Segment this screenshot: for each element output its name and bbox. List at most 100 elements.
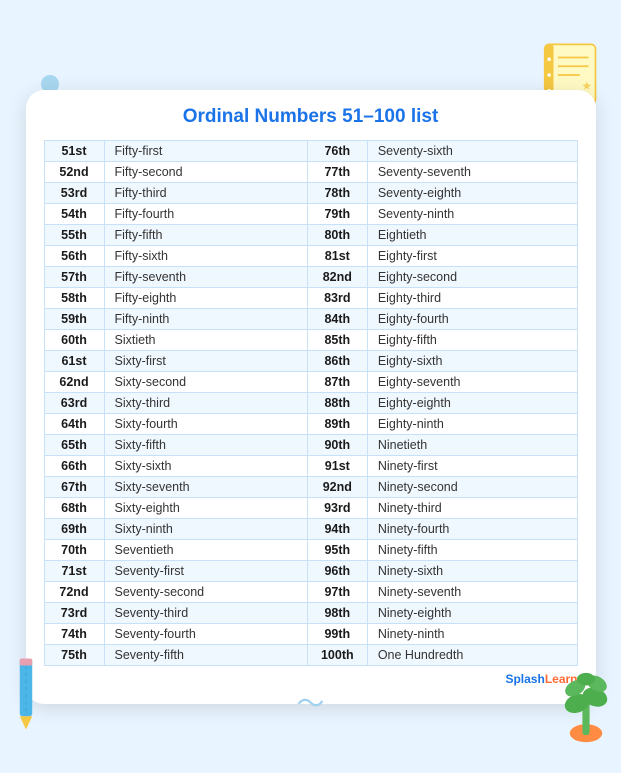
table-cell-20-2: 96th bbox=[307, 560, 367, 581]
table-cell-23-0: 74th bbox=[44, 623, 104, 644]
table-cell-15-1: Sixty-sixth bbox=[104, 455, 307, 476]
table-cell-20-3: Ninety-sixth bbox=[367, 560, 577, 581]
table-cell-2-1: Fifty-third bbox=[104, 182, 307, 203]
table-row: 51stFifty-first76thSeventy-sixth bbox=[44, 140, 577, 161]
table-cell-14-2: 90th bbox=[307, 434, 367, 455]
table-cell-9-2: 85th bbox=[307, 329, 367, 350]
table-cell-11-1: Sixty-second bbox=[104, 371, 307, 392]
table-cell-19-0: 70th bbox=[44, 539, 104, 560]
table-cell-1-2: 77th bbox=[307, 161, 367, 182]
table-cell-0-0: 51st bbox=[44, 140, 104, 161]
main-card: Ordinal Numbers 51–100 list 51stFifty-fi… bbox=[26, 90, 596, 704]
table-cell-12-2: 88th bbox=[307, 392, 367, 413]
table-cell-6-1: Fifty-seventh bbox=[104, 266, 307, 287]
logo-splash: Splash bbox=[505, 672, 544, 686]
table-cell-21-2: 97th bbox=[307, 581, 367, 602]
table-cell-24-1: Seventy-fifth bbox=[104, 644, 307, 665]
table-cell-11-3: Eighty-seventh bbox=[367, 371, 577, 392]
table-cell-23-1: Seventy-fourth bbox=[104, 623, 307, 644]
table-cell-5-2: 81st bbox=[307, 245, 367, 266]
table-row: 54thFifty-fourth79thSeventy-ninth bbox=[44, 203, 577, 224]
table-cell-19-1: Seventieth bbox=[104, 539, 307, 560]
deco-plant-icon bbox=[556, 654, 616, 744]
table-cell-3-0: 54th bbox=[44, 203, 104, 224]
table-cell-0-2: 76th bbox=[307, 140, 367, 161]
table-cell-16-0: 67th bbox=[44, 476, 104, 497]
table-row: 57thFifty-seventh82ndEighty-second bbox=[44, 266, 577, 287]
table-cell-21-3: Ninety-seventh bbox=[367, 581, 577, 602]
table-row: 75thSeventy-fifth100thOne Hundredth bbox=[44, 644, 577, 665]
table-cell-17-2: 93rd bbox=[307, 497, 367, 518]
table-cell-21-1: Seventy-second bbox=[104, 581, 307, 602]
table-row: 74thSeventy-fourth99thNinety-ninth bbox=[44, 623, 577, 644]
deco-squiggle: 〜 bbox=[296, 682, 324, 722]
table-cell-4-1: Fifty-fifth bbox=[104, 224, 307, 245]
table-cell-9-3: Eighty-fifth bbox=[367, 329, 577, 350]
table-cell-24-3: One Hundredth bbox=[367, 644, 577, 665]
table-row: 72ndSeventy-second97thNinety-seventh bbox=[44, 581, 577, 602]
table-cell-7-2: 83rd bbox=[307, 287, 367, 308]
table-cell-15-2: 91st bbox=[307, 455, 367, 476]
table-row: 56thFifty-sixth81stEighty-first bbox=[44, 245, 577, 266]
table-cell-20-0: 71st bbox=[44, 560, 104, 581]
table-row: 68thSixty-eighth93rdNinety-third bbox=[44, 497, 577, 518]
table-row: 53rdFifty-third78thSeventy-eighth bbox=[44, 182, 577, 203]
table-cell-9-1: Sixtieth bbox=[104, 329, 307, 350]
table-cell-6-0: 57th bbox=[44, 266, 104, 287]
table-cell-8-2: 84th bbox=[307, 308, 367, 329]
table-cell-15-3: Ninety-first bbox=[367, 455, 577, 476]
table-cell-16-3: Ninety-second bbox=[367, 476, 577, 497]
page-title: Ordinal Numbers 51–100 list bbox=[44, 106, 578, 128]
table-cell-4-2: 80th bbox=[307, 224, 367, 245]
table-cell-13-0: 64th bbox=[44, 413, 104, 434]
table-cell-0-3: Seventy-sixth bbox=[367, 140, 577, 161]
table-cell-1-3: Seventy-seventh bbox=[367, 161, 577, 182]
table-cell-3-1: Fifty-fourth bbox=[104, 203, 307, 224]
table-row: 55thFifty-fifth80thEightieth bbox=[44, 224, 577, 245]
table-cell-22-0: 73rd bbox=[44, 602, 104, 623]
table-cell-21-0: 72nd bbox=[44, 581, 104, 602]
table-cell-12-3: Eighty-eighth bbox=[367, 392, 577, 413]
table-cell-7-3: Eighty-third bbox=[367, 287, 577, 308]
table-row: 62ndSixty-second87thEighty-seventh bbox=[44, 371, 577, 392]
table-cell-24-0: 75th bbox=[44, 644, 104, 665]
table-cell-24-2: 100th bbox=[307, 644, 367, 665]
table-row: 67thSixty-seventh92ndNinety-second bbox=[44, 476, 577, 497]
table-cell-23-3: Ninety-ninth bbox=[367, 623, 577, 644]
table-cell-16-2: 92nd bbox=[307, 476, 367, 497]
table-cell-23-2: 99th bbox=[307, 623, 367, 644]
table-cell-13-1: Sixty-fourth bbox=[104, 413, 307, 434]
table-cell-17-1: Sixty-eighth bbox=[104, 497, 307, 518]
table-cell-9-0: 60th bbox=[44, 329, 104, 350]
table-cell-13-2: 89th bbox=[307, 413, 367, 434]
table-cell-4-0: 55th bbox=[44, 224, 104, 245]
table-cell-18-1: Sixty-ninth bbox=[104, 518, 307, 539]
table-cell-7-0: 58th bbox=[44, 287, 104, 308]
table-row: 64thSixty-fourth89thEighty-ninth bbox=[44, 413, 577, 434]
table-row: 71stSeventy-first96thNinety-sixth bbox=[44, 560, 577, 581]
table-row: 61stSixty-first86thEighty-sixth bbox=[44, 350, 577, 371]
table-cell-17-0: 68th bbox=[44, 497, 104, 518]
table-cell-10-2: 86th bbox=[307, 350, 367, 371]
table-row: 73rdSeventy-third98thNinety-eighth bbox=[44, 602, 577, 623]
table-cell-15-0: 66th bbox=[44, 455, 104, 476]
table-cell-18-3: Ninety-fourth bbox=[367, 518, 577, 539]
table-cell-8-1: Fifty-ninth bbox=[104, 308, 307, 329]
table-row: 65thSixty-fifth90thNinetieth bbox=[44, 434, 577, 455]
table-cell-1-0: 52nd bbox=[44, 161, 104, 182]
table-cell-1-1: Fifty-second bbox=[104, 161, 307, 182]
table-cell-11-0: 62nd bbox=[44, 371, 104, 392]
table-cell-18-2: 94th bbox=[307, 518, 367, 539]
table-cell-17-3: Ninety-third bbox=[367, 497, 577, 518]
table-cell-2-3: Seventy-eighth bbox=[367, 182, 577, 203]
table-cell-20-1: Seventy-first bbox=[104, 560, 307, 581]
table-cell-12-0: 63rd bbox=[44, 392, 104, 413]
table-cell-10-0: 61st bbox=[44, 350, 104, 371]
table-cell-8-3: Eighty-fourth bbox=[367, 308, 577, 329]
table-cell-5-3: Eighty-first bbox=[367, 245, 577, 266]
table-row: 66thSixty-sixth91stNinety-first bbox=[44, 455, 577, 476]
table-cell-3-2: 79th bbox=[307, 203, 367, 224]
table-cell-22-3: Ninety-eighth bbox=[367, 602, 577, 623]
table-cell-3-3: Seventy-ninth bbox=[367, 203, 577, 224]
table-cell-2-0: 53rd bbox=[44, 182, 104, 203]
